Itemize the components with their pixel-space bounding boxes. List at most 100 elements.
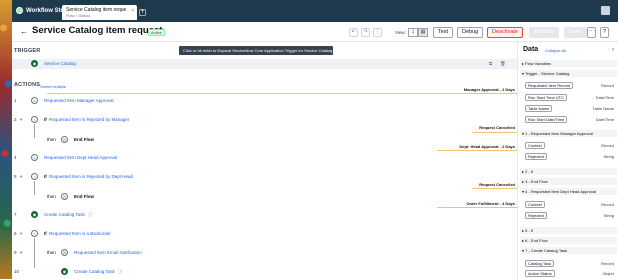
action-number: 2	[14, 117, 17, 122]
actions-heading: ACTIONS	[14, 82, 41, 88]
branch-line	[34, 181, 35, 195]
task-node-icon: ◉	[31, 211, 38, 218]
data-pill-type: Table Name	[592, 106, 614, 111]
stage-line	[47, 93, 517, 94]
undo-icon[interactable]: ↶	[349, 28, 358, 37]
collapse-chevron-icon[interactable]: ▾	[20, 117, 22, 123]
info-icon[interactable]: ⓘ	[118, 269, 123, 275]
delete-icon[interactable]: 🗑	[500, 61, 506, 67]
action-label[interactable]: Requested Item is Rejected by Manager	[49, 117, 129, 122]
stage-line	[472, 188, 517, 189]
action-number: 7	[14, 212, 17, 217]
data-section-action-5[interactable]: ▸ 5 - If	[520, 227, 617, 234]
data-section-action-6[interactable]: ▸ 6 - End Flow	[520, 237, 617, 244]
stage-line	[437, 150, 517, 151]
action-label[interactable]: Create Catalog Task	[44, 212, 85, 217]
action-number: 10	[14, 269, 20, 274]
stage-label: Dept. Head Approval - 2 Days	[459, 144, 515, 149]
action-label[interactable]: Requested Item Manager Approval	[44, 98, 114, 103]
if-keyword: If	[44, 231, 47, 236]
more-options-icon[interactable]: ⋮	[373, 28, 382, 37]
collapse-chevron-icon[interactable]: ▾	[20, 174, 22, 180]
top-bar: Workflow Studio Service Catalog item req…	[12, 0, 618, 22]
data-pill[interactable]: Table Name	[525, 105, 553, 112]
data-pill-type: Date/Time	[595, 95, 614, 100]
add-tab-button[interactable]: +	[139, 9, 146, 16]
data-pill[interactable]: Requested Item Record	[525, 82, 574, 89]
avatar[interactable]	[601, 6, 610, 15]
action-number: 4	[14, 155, 17, 160]
data-pill-type: Object	[602, 271, 614, 276]
action-label[interactable]: End Flow	[74, 194, 94, 199]
trigger-node-icon: ◉	[31, 60, 38, 67]
data-panel: Data Collapse All › ▸ Flow Variables ▾ T…	[517, 42, 618, 279]
end-flow-icon: ◎	[61, 193, 68, 200]
notification-node-icon: ✉	[61, 249, 68, 256]
trigger-row[interactable]: ◉ Service Catalog ⧉ 🗑	[12, 59, 517, 69]
data-pill-type: Record	[601, 143, 614, 148]
action-label[interactable]: Requested Item is a Backorder	[49, 231, 111, 236]
collapse-chevron-icon[interactable]: ▾	[20, 250, 22, 256]
task-node-icon: ◉	[61, 268, 68, 275]
data-pill[interactable]: Run Start Date/Time	[525, 116, 568, 123]
data-section-trigger[interactable]: ▾ Trigger - Service Catalog	[520, 70, 617, 77]
tab-close-icon[interactable]: ×	[131, 8, 134, 14]
flow-view-icon[interactable]: ⟟	[408, 28, 418, 37]
action-label[interactable]: Requested Item is Rejected by Dept Head	[49, 174, 133, 179]
trigger-heading: TRIGGER	[14, 48, 41, 54]
if-node-icon: <	[31, 173, 38, 180]
data-section-action-7[interactable]: ▾ 7 - Create Catalog Task	[520, 247, 617, 254]
data-section-action-2[interactable]: ▸ 2 - If	[520, 168, 617, 175]
data-pill[interactable]: Rejected	[525, 153, 547, 160]
action-label[interactable]: Requested Item Email Notification	[74, 250, 142, 255]
list-view-icon[interactable]: ▤	[418, 28, 428, 37]
debug-button[interactable]: Debug	[457, 27, 484, 38]
redo-icon[interactable]: ↷	[361, 28, 370, 37]
deactivate-button[interactable]: Deactivate	[487, 27, 523, 38]
end-flow-icon: ◎	[61, 136, 68, 143]
action-label[interactable]: Create Catalog Task	[74, 269, 115, 274]
data-pill[interactable]: Context	[525, 142, 545, 149]
close-panel-icon[interactable]: ›	[612, 47, 614, 53]
action-number: 9	[14, 250, 17, 255]
data-section-action-4[interactable]: ▾ 4 - Requested Item Dept Head Approval	[520, 188, 617, 195]
approval-node-icon: ↳	[31, 154, 38, 161]
info-icon[interactable]: ⓘ	[88, 212, 93, 218]
data-panel-title: Data	[523, 46, 539, 53]
action-label[interactable]: Requested Item Dept Head Approval	[44, 155, 117, 160]
test-button[interactable]: Test	[433, 27, 454, 38]
then-keyword: then	[47, 194, 56, 199]
data-pill[interactable]: Run Start Time UTC	[525, 94, 568, 101]
brand-logo-icon	[16, 7, 23, 14]
data-pill[interactable]: Catalog Task	[525, 260, 555, 267]
flow-canvas: TRIGGER ◉ Service Catalog ⧉ 🗑 ACTIONS Se…	[12, 42, 517, 279]
more-menu-icon[interactable]: ⋯	[587, 27, 596, 38]
if-keyword: If	[44, 174, 47, 179]
flow-header: ← Service Catalog item request Active ↶ …	[12, 22, 618, 42]
data-section-action-1[interactable]: ▾ 1 - Requested Item Manager Approval	[520, 130, 617, 137]
select-multiple-link[interactable]: Select multiple	[40, 84, 66, 89]
data-pill-type: Date/Time	[595, 117, 614, 122]
collapse-all-link[interactable]: Collapse All	[545, 48, 566, 53]
activate-button[interactable]: Activate	[529, 27, 559, 38]
action-number: 8	[14, 231, 17, 236]
data-pill[interactable]: Context	[525, 201, 545, 208]
data-pill-type: String	[603, 154, 614, 159]
view-label: View:	[395, 30, 406, 35]
back-arrow-icon[interactable]: ←	[20, 27, 28, 36]
copy-icon[interactable]: ⧉	[489, 61, 492, 66]
tab-flow[interactable]: Service Catalog item reque Flow • Global…	[62, 5, 137, 20]
data-pill[interactable]: Rejected	[525, 212, 547, 219]
if-node-icon: <	[31, 116, 38, 123]
collapse-chevron-icon[interactable]: ▾	[20, 231, 22, 237]
save-button[interactable]: Save	[564, 27, 587, 38]
data-section-action-3[interactable]: ▸ 3 - End Flow	[520, 178, 617, 185]
data-pill-type: String	[603, 213, 614, 218]
help-icon[interactable]: ?	[600, 27, 609, 38]
data-pill[interactable]: Action Status	[525, 270, 555, 277]
decorative-artwork-strip	[0, 0, 12, 279]
trigger-name[interactable]: Service Catalog	[44, 61, 76, 66]
action-label[interactable]: End Flow	[74, 137, 94, 142]
branch-line	[34, 124, 35, 138]
data-section-flow-variables[interactable]: ▸ Flow Variables	[520, 60, 617, 67]
